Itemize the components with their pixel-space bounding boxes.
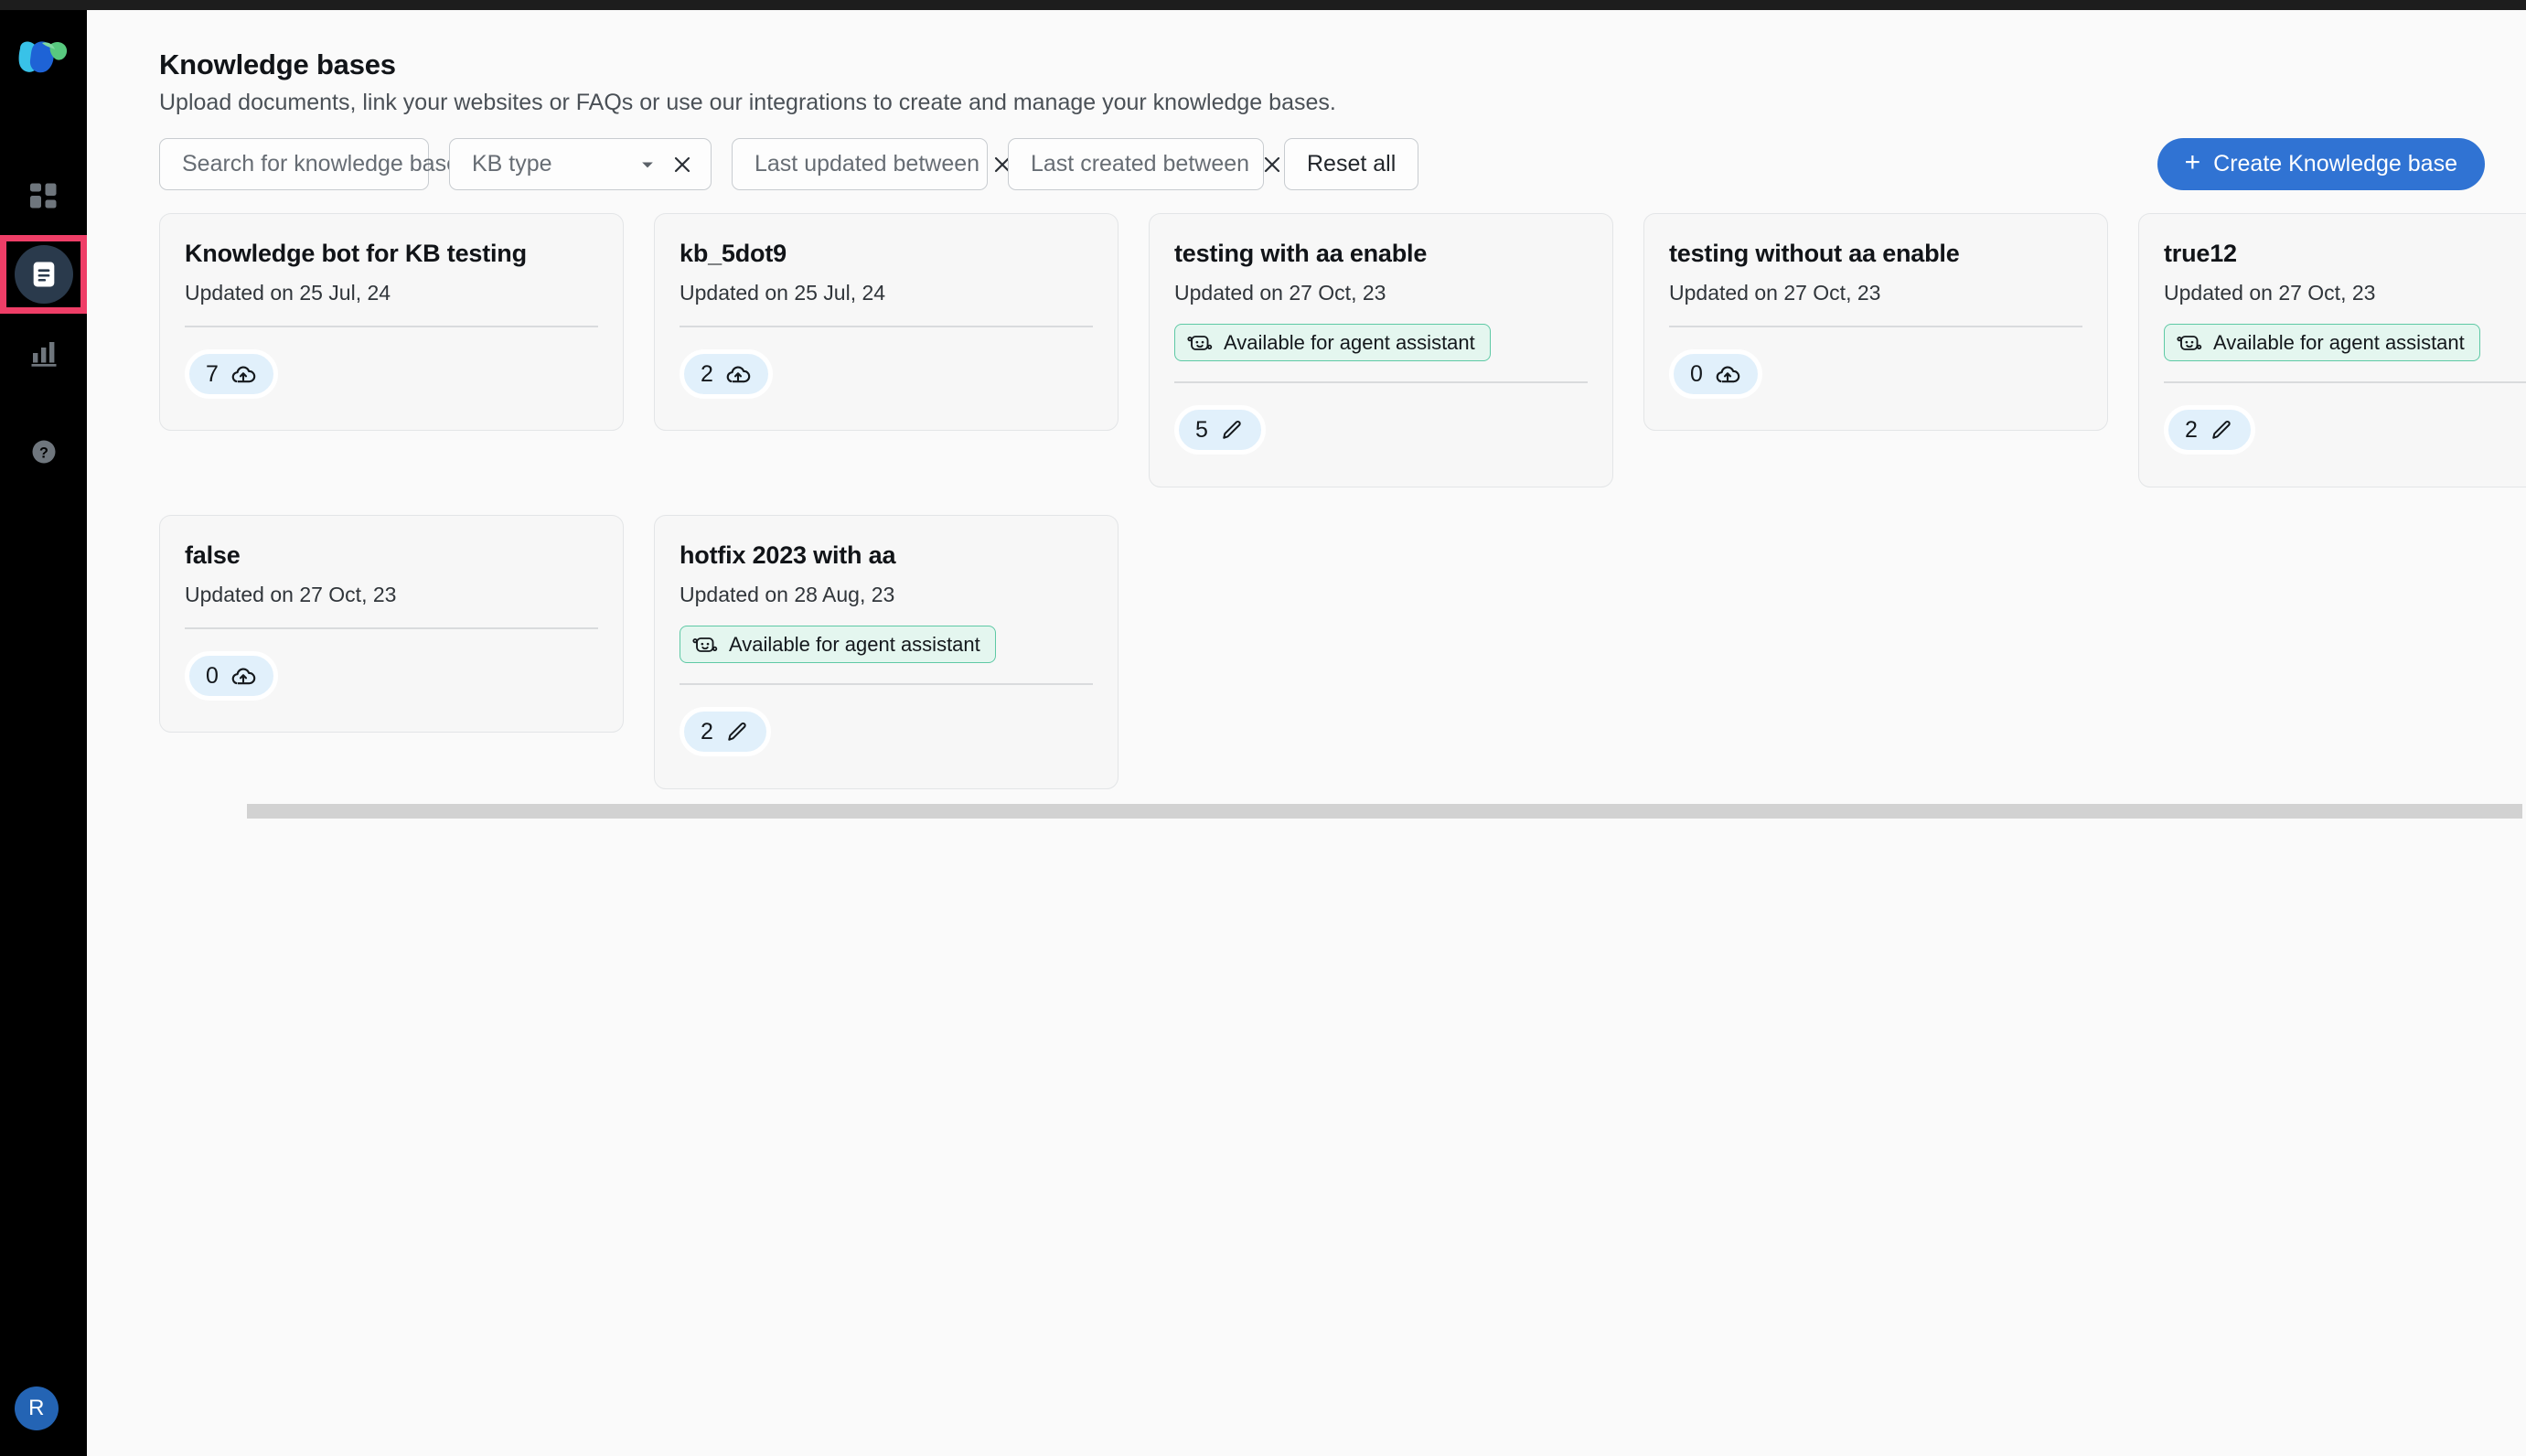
last-updated-placeholder: Last updated between [755,151,980,177]
last-created-between-input[interactable]: Last created between [1008,138,1319,190]
card-updated-date: Updated on 25 Jul, 24 [185,281,391,305]
card-updated-date: Updated on 27 Oct, 23 [2164,281,2376,305]
create-knowledge-base-label: Create Knowledge base [2213,151,2457,177]
card-count-chip[interactable]: 7 [185,349,278,399]
search-placeholder: Search for knowledge base [182,151,459,177]
close-icon[interactable] [1260,153,1284,177]
knowledge-base-card[interactable]: kb_5dot9 Updated on 25 Jul, 24 2 [654,213,1119,431]
knowledge-base-card[interactable]: hotfix 2023 with aa Updated on 28 Aug, 23… [654,515,1119,789]
card-divider [1669,326,2082,327]
chevron-down-icon[interactable] [637,155,658,175]
card-count-chip[interactable]: 2 [2164,405,2255,455]
document-icon [14,245,73,304]
card-title: kb_5dot9 [680,240,787,267]
create-knowledge-base-button[interactable]: + Create Knowledge base [2157,138,2485,190]
filter-bar: Search for knowledge base KB type Last u… [159,138,1419,190]
card-divider [185,326,598,327]
rail-item-list: ? [0,156,87,491]
knowledge-base-card[interactable]: false Updated on 27 Oct, 23 0 [159,515,624,733]
pencil-icon [724,719,750,744]
card-updated-date: Updated on 27 Oct, 23 [1174,281,1386,305]
card-count-chip[interactable]: 5 [1174,405,1266,455]
knowledge-base-card[interactable]: testing with aa enable Updated on 27 Oct,… [1149,213,1613,487]
card-updated-date: Updated on 27 Oct, 23 [185,583,397,606]
card-divider [185,627,598,629]
sidebar-item-help[interactable]: ? [0,412,87,491]
page-title: Knowledge bases [159,48,396,80]
card-count-chip[interactable]: 2 [680,707,771,756]
card-title: hotfix 2023 with aa [680,541,896,569]
agent-assistant-label: Available for agent assistant [729,632,980,656]
card-count-value: 0 [206,662,219,689]
card-title: Knowledge bot for KB testing [185,240,527,267]
browser-top-bar [0,0,2526,10]
help-circle-icon: ? [15,423,73,481]
card-title: true12 [2164,240,2237,267]
card-title: testing without aa enable [1669,240,1960,267]
knowledge-base-card[interactable]: Knowledge bot for KB testing Updated on 2… [159,213,624,431]
close-icon[interactable] [670,153,694,177]
last-created-placeholder: Last created between [1031,151,1250,177]
left-nav-rail: ? R [0,10,87,1456]
horizontal-scrollbar[interactable] [247,804,2522,819]
main-content: Knowledge bases Upload documents, link y… [87,10,2526,1456]
app-root: ? R Knowledge bases Upload documents, li… [0,0,2526,1456]
card-updated-date: Updated on 28 Aug, 23 [680,583,895,606]
card-divider [680,683,1093,685]
cloud-upload-icon [230,360,257,388]
card-updated-date: Updated on 27 Oct, 23 [1669,281,1881,305]
card-row-2: false Updated on 27 Oct, 23 0 hotfix 2023 w… [159,515,1119,789]
agent-assistant-badge: Available for agent assistant [680,626,996,663]
card-title: testing with aa enable [1174,240,1428,267]
kb-type-placeholder: KB type [472,151,552,177]
card-updated-date: Updated on 25 Jul, 24 [680,281,886,305]
agent-assistant-label: Available for agent assistant [2213,330,2465,354]
card-count-value: 2 [701,718,713,744]
cloud-upload-icon [724,360,752,388]
grid-icon [15,166,73,225]
card-count-value: 2 [2185,416,2198,443]
kb-type-select[interactable]: KB type [449,138,712,190]
card-divider [2164,381,2526,383]
cloud-upload-icon [1714,360,1741,388]
card-count-chip[interactable]: 2 [680,349,773,399]
last-updated-between-input[interactable]: Last updated between [732,138,1049,190]
bot-icon [2177,330,2202,356]
card-count-chip[interactable]: 0 [1669,349,1762,399]
agent-assistant-label: Available for agent assistant [1224,330,1475,354]
avatar[interactable]: R [15,1386,59,1430]
sidebar-item-apps-grid[interactable] [0,156,87,235]
bot-icon [692,632,718,658]
plus-icon: + [2184,147,2201,177]
avatar-initial: R [28,1396,45,1420]
card-count-chip[interactable]: 0 [185,651,278,701]
card-divider [680,326,1093,327]
pencil-icon [2209,417,2234,443]
bar-chart-icon [15,324,73,382]
card-count-value: 5 [1195,416,1208,443]
knowledge-base-card[interactable]: true12 Updated on 27 Oct, 23 Available for… [2138,213,2526,487]
sidebar-item-knowledge-bases[interactable] [0,235,87,314]
knowledge-base-card[interactable]: testing without aa enable Updated on 27 O… [1643,213,2108,431]
svg-text:?: ? [39,444,48,461]
card-title: false [185,541,241,569]
card-row-1: Knowledge bot for KB testing Updated on 2… [159,213,2526,487]
card-count-value: 0 [1690,360,1703,387]
bot-icon [1187,330,1213,356]
card-divider [1174,381,1588,383]
knowledge-base-grid: Knowledge bot for KB testing Updated on 2… [159,213,2526,813]
card-count-value: 7 [206,360,219,387]
pencil-icon [1219,417,1245,443]
brand-logo[interactable] [15,36,71,80]
sidebar-item-analytics[interactable] [0,314,87,392]
agent-assistant-badge: Available for agent assistant [2164,324,2480,361]
card-count-value: 2 [701,360,713,387]
search-input[interactable]: Search for knowledge base [159,138,490,190]
reset-all-button[interactable]: Reset all [1284,138,1419,190]
page-subtitle: Upload documents, link your websites or … [159,90,1336,115]
cloud-upload-icon [230,662,257,690]
agent-assistant-badge: Available for agent assistant [1174,324,1491,361]
